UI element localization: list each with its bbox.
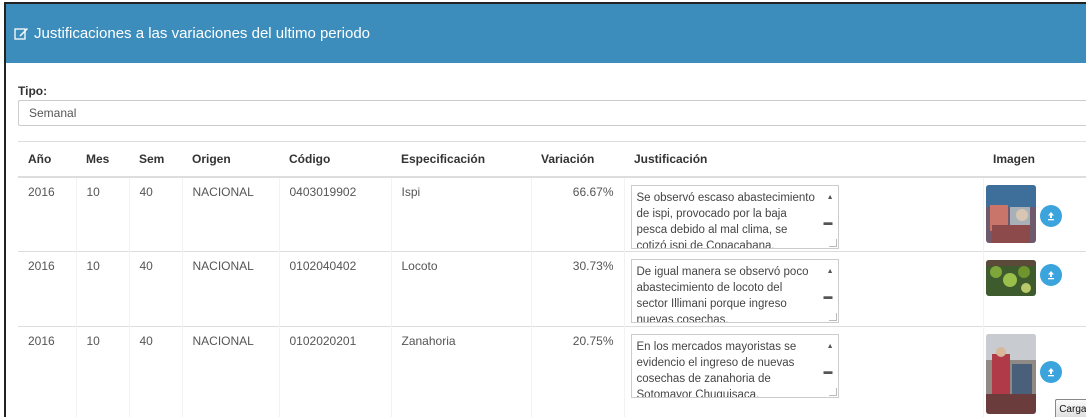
table-row: 2016 10 40 NACIONAL 0403019902 Ispi 66.6… <box>18 176 1086 252</box>
product-thumbnail-locoto <box>985 260 1036 296</box>
cell-origen: NACIONAL <box>182 326 280 417</box>
col-header-especificacion[interactable]: Especificación <box>391 141 531 178</box>
cell-mes: 10 <box>76 251 130 327</box>
cell-origen: NACIONAL <box>182 176 280 252</box>
col-header-mes[interactable]: Mes <box>76 141 129 178</box>
cell-mes: 10 <box>76 176 130 252</box>
scroll-up-icon[interactable]: ▲ <box>827 264 834 280</box>
cell-justificacion: Se observó escaso abastecimiento de ispi… <box>624 176 984 252</box>
cell-anio: 2016 <box>18 251 77 327</box>
upload-button[interactable] <box>1039 204 1062 227</box>
col-header-anio[interactable]: Año <box>18 141 76 178</box>
edit-icon <box>14 26 29 41</box>
justificacion-text: De igual manera se observó poco abasteci… <box>636 266 809 323</box>
justificacion-textarea[interactable]: En los mercados mayoristas se evidencio … <box>630 334 839 398</box>
col-header-codigo[interactable]: Código <box>279 141 391 178</box>
cell-sem: 40 <box>129 326 183 417</box>
product-thumbnail-ispi <box>985 184 1036 243</box>
col-header-justificacion[interactable]: Justificación <box>624 141 983 178</box>
cell-origen: NACIONAL <box>182 251 280 327</box>
upload-button[interactable] <box>1039 264 1062 286</box>
justificacion-textarea[interactable]: De igual manera se observó poco abasteci… <box>630 259 839 323</box>
table-row: 2016 10 40 NACIONAL 0102020201 Zanahoria… <box>18 326 1086 417</box>
cell-justificacion: De igual manera se observó poco abasteci… <box>624 251 984 327</box>
cell-variacion: 20.75% <box>531 326 625 417</box>
upload-button[interactable] <box>1039 361 1062 383</box>
cell-imagen: Cargar <box>983 326 1086 417</box>
justificaciones-panel: Justificaciones a las variaciones del ul… <box>4 2 1086 417</box>
cell-anio: 2016 <box>18 176 77 252</box>
tipo-select[interactable]: Semanal <box>18 100 1086 126</box>
cell-justificacion: En los mercados mayoristas se evidencio … <box>624 326 984 417</box>
cell-codigo: 0403019902 <box>279 176 392 252</box>
product-thumbnail-zanahoria <box>985 334 1036 414</box>
cell-variacion: 30.73% <box>531 251 625 327</box>
cell-sem: 40 <box>129 251 183 327</box>
cell-codigo: 0102040402 <box>279 251 392 327</box>
cell-especificacion: Ispi <box>391 176 532 252</box>
cell-anio: 2016 <box>18 326 77 417</box>
upload-icon <box>1047 271 1054 280</box>
panel-title: Justificaciones a las variaciones del ul… <box>34 25 371 42</box>
cell-variacion: 66.67% <box>531 176 625 252</box>
cell-especificacion: Zanahoria <box>391 326 532 417</box>
cargar-button[interactable]: Cargar <box>1054 399 1086 417</box>
justificacion-text: Se observó escaso abastecimiento de ispi… <box>636 191 815 249</box>
table-row: 2016 10 40 NACIONAL 0102040402 Locoto 30… <box>18 251 1086 327</box>
col-header-sem[interactable]: Sem <box>129 141 182 178</box>
scroll-down-icon[interactable]: ▬ <box>824 363 833 379</box>
cell-imagen <box>983 176 1086 252</box>
scroll-down-icon[interactable]: ▬ <box>824 214 833 230</box>
scroll-up-icon[interactable]: ▲ <box>827 339 834 355</box>
cell-mes: 10 <box>76 326 130 417</box>
justificacion-textarea[interactable]: Se observó escaso abastecimiento de ispi… <box>630 184 839 249</box>
upload-icon <box>1047 368 1054 377</box>
scroll-down-icon[interactable]: ▬ <box>824 288 833 304</box>
upload-icon <box>1047 211 1054 220</box>
scroll-up-icon[interactable]: ▲ <box>827 190 834 206</box>
cell-especificacion: Locoto <box>391 251 532 327</box>
col-header-imagen[interactable]: Imagen <box>983 141 1086 178</box>
cell-sem: 40 <box>129 176 183 252</box>
resize-handle-icon[interactable] <box>828 388 837 396</box>
col-header-variacion[interactable]: Variación <box>531 141 624 178</box>
variaciones-table: Año Mes Sem Origen Código Especificación… <box>18 141 1086 417</box>
col-header-origen[interactable]: Origen <box>182 141 279 178</box>
cell-imagen <box>983 251 1086 327</box>
table-header-row: Año Mes Sem Origen Código Especificación… <box>18 141 1086 178</box>
cell-codigo: 0102020201 <box>279 326 392 417</box>
panel-heading: Justificaciones a las variaciones del ul… <box>6 4 1086 63</box>
resize-handle-icon[interactable] <box>828 238 837 247</box>
justificacion-text: En los mercados mayoristas se evidencio … <box>636 341 797 398</box>
tipo-label: Tipo: <box>18 84 48 98</box>
resize-handle-icon[interactable] <box>828 313 837 321</box>
